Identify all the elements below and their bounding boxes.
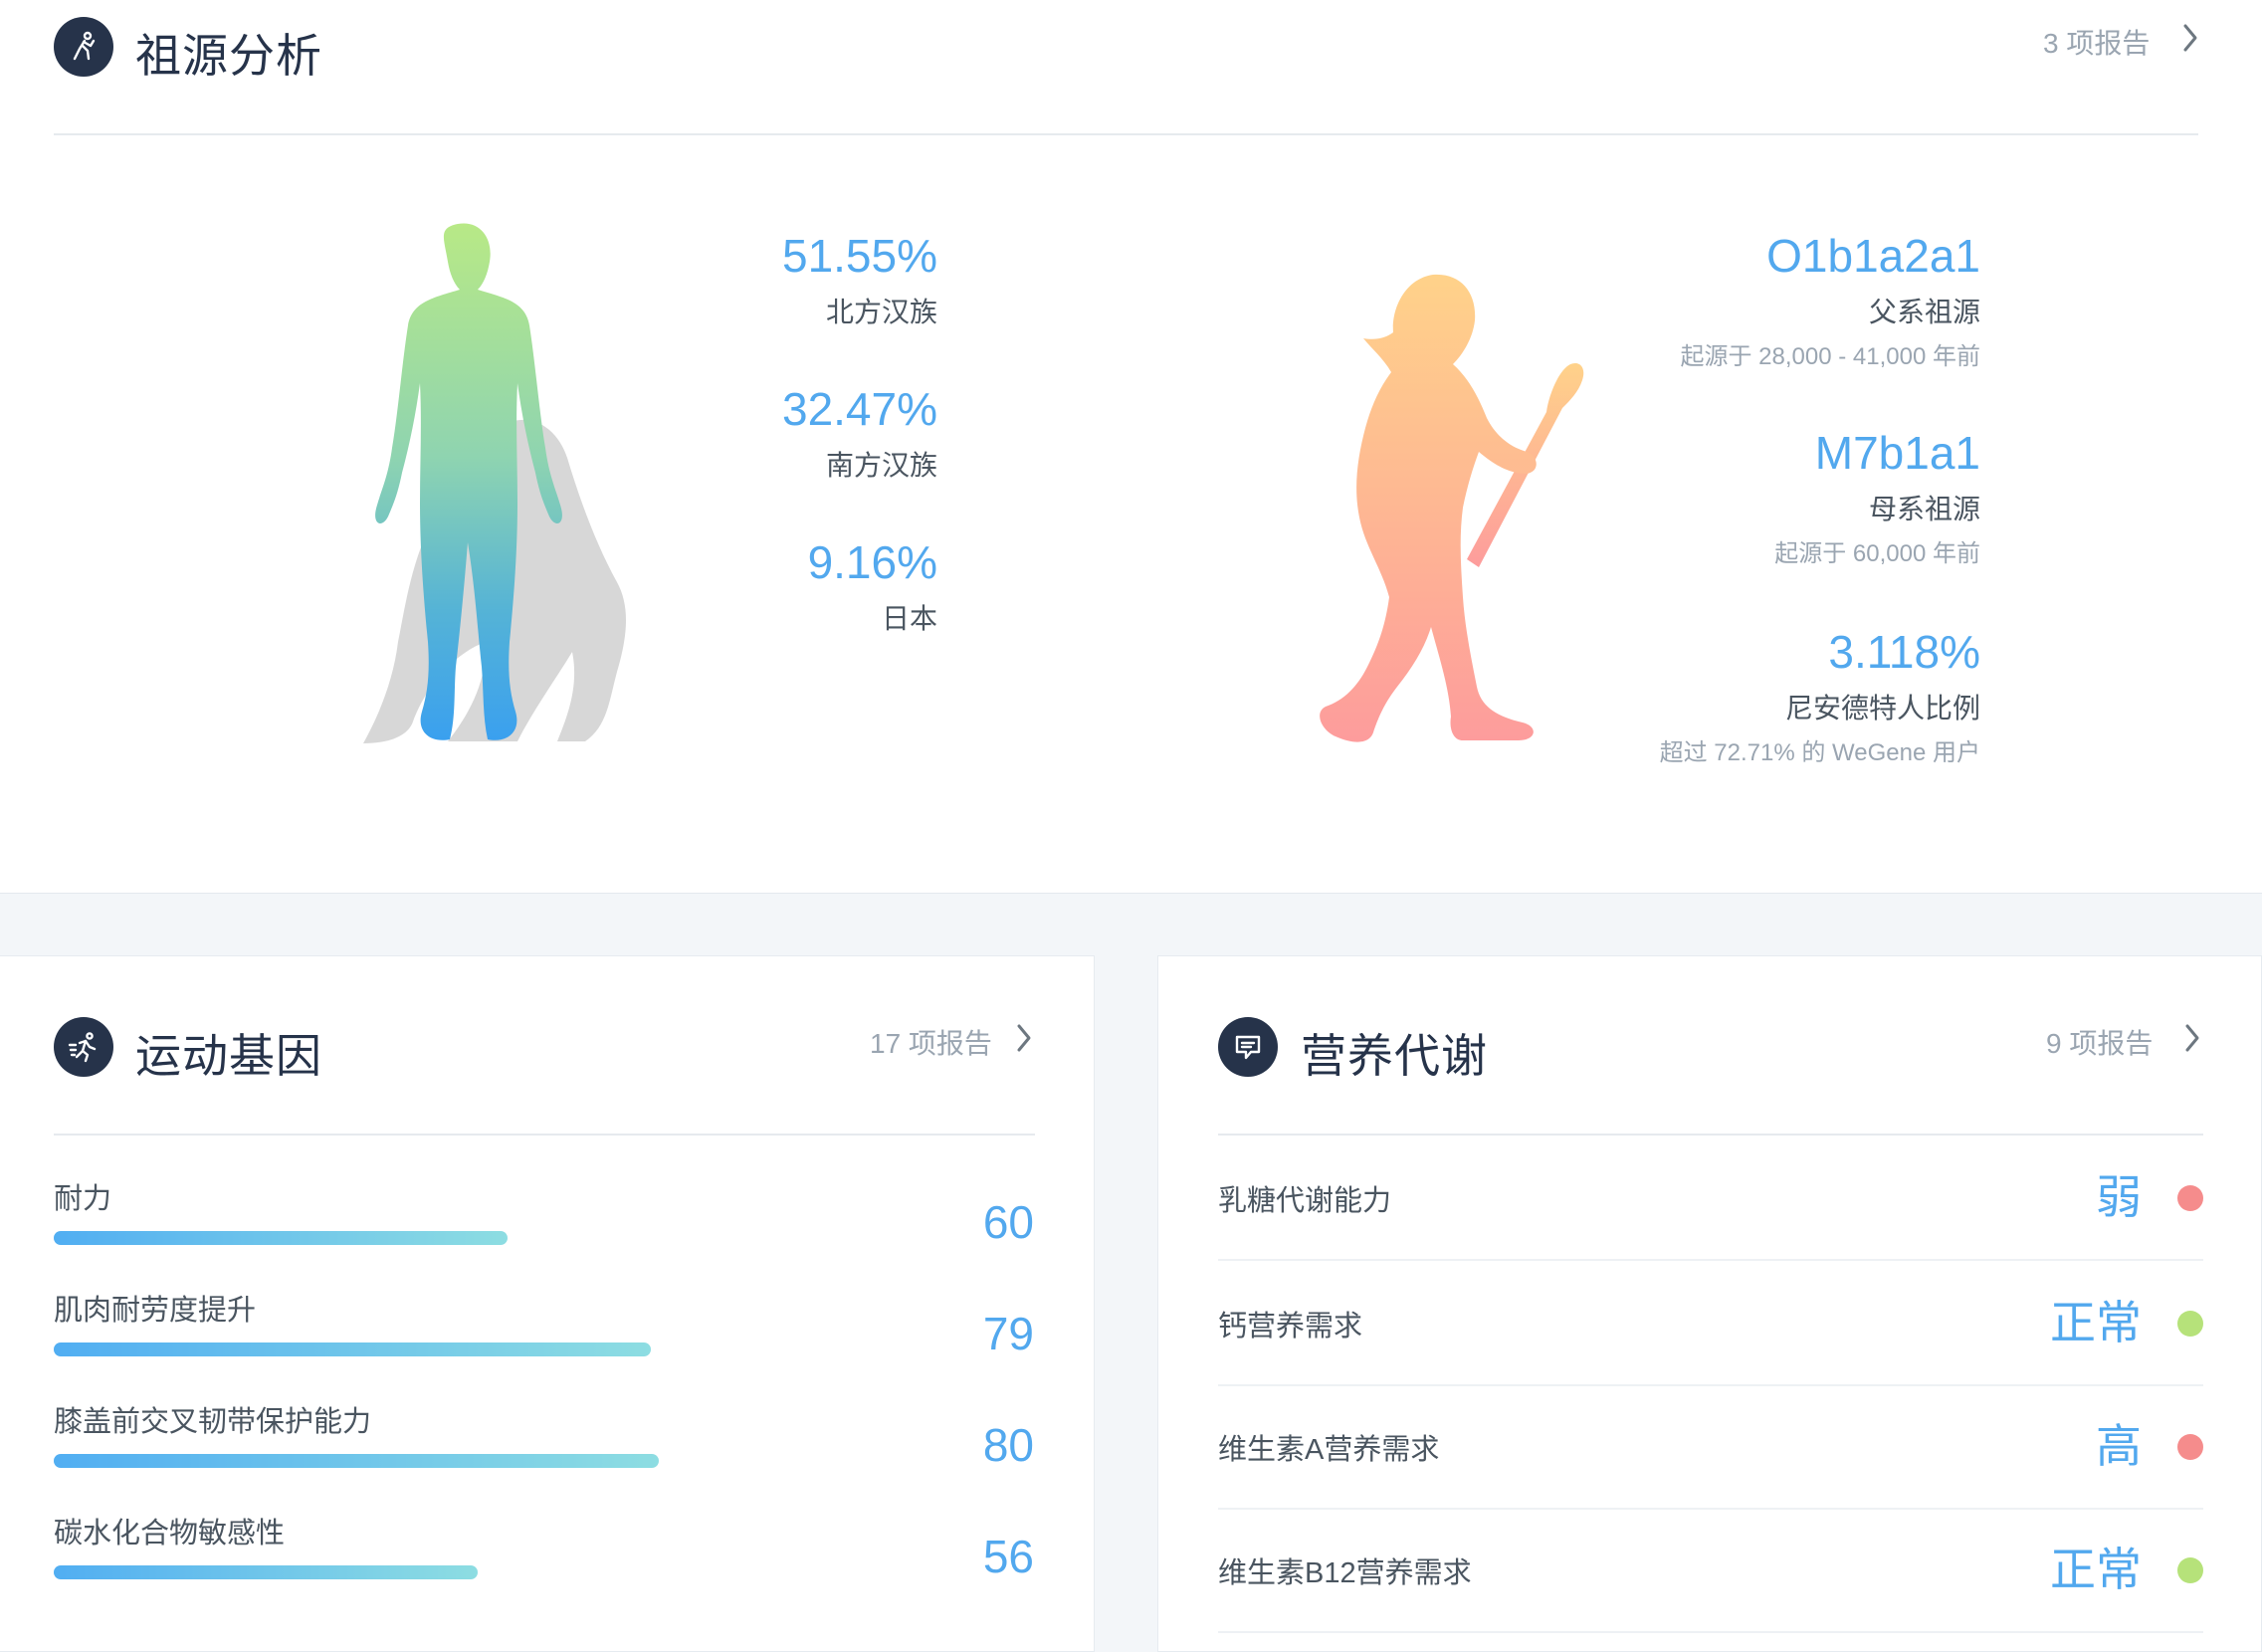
ancestry-title: 祖源分析: [135, 30, 322, 82]
maternal-haplogroup-value: M7b1a1: [1814, 427, 1980, 479]
neanderthal-ratio-comparison: 超过 72.71% 的 WeGene 用户: [1659, 739, 1980, 766]
status-dot: [2177, 1557, 2203, 1583]
nutrition-item[interactable]: 维生素A营养需求 高: [1218, 1384, 2203, 1510]
nutrition-item[interactable]: 乳糖代谢能力 弱: [1218, 1136, 2203, 1261]
maternal-haplogroup-origin: 起源于 60,000 年前: [1774, 540, 1980, 567]
composition-label: 南方汉族: [825, 450, 937, 481]
sports-genes-card: 运动基因 17 项报告 耐力 60 肌肉耐劳度提升 79 膝盖前交叉韧带保护能力…: [0, 955, 1095, 1652]
chevron-right-icon[interactable]: [2178, 1020, 2206, 1056]
nutrition-item-level: 正常: [2050, 1544, 2142, 1595]
nutrition-chat-icon: [1218, 1017, 1278, 1077]
nutrition-item[interactable]: 维生素B12营养需求 正常: [1218, 1508, 2203, 1633]
runner-icon: [54, 1017, 113, 1077]
status-dot: [2177, 1434, 2203, 1460]
sports-title: 运动基因: [135, 1030, 322, 1082]
composition-label: 日本: [881, 603, 937, 634]
ancestry-figure-icon: [54, 17, 113, 77]
nutrition-item-level: 正常: [2050, 1297, 2142, 1348]
nutrition-metabolism-card: 营养代谢 9 项报告 乳糖代谢能力 弱 钙营养需求 正常 维生素A营养需求 高 …: [1157, 955, 2262, 1652]
header-divider: [54, 133, 2198, 135]
nutrition-item-level: 弱: [2096, 1171, 2142, 1223]
sports-reports-link[interactable]: 17 项报告: [870, 1022, 992, 1062]
ethnic-composition-list: 51.55% 北方汉族 32.47% 南方汉族 9.16% 日本: [697, 219, 937, 637]
ancestry-reports-link[interactable]: 3 项报告: [2043, 22, 2150, 62]
nutrition-reports-link[interactable]: 9 项报告: [2046, 1022, 2153, 1062]
trait-bar: [54, 1454, 810, 1468]
nutrition-item-name: 乳糖代谢能力: [1218, 1185, 1392, 1217]
nutrition-item[interactable]: 钙营养需求 正常: [1218, 1261, 2203, 1386]
paternal-haplogroup-origin: 起源于 28,000 - 41,000 年前: [1680, 343, 1980, 370]
status-dot: [2177, 1185, 2203, 1211]
chevron-right-icon[interactable]: [2176, 20, 2204, 56]
trait-bar: [54, 1342, 810, 1356]
chevron-right-icon[interactable]: [1010, 1020, 1038, 1056]
trait-name: 膝盖前交叉韧带保护能力: [54, 1406, 372, 1438]
ancestry-card: 祖源分析 3 项报告 51.55% 北方汉族 32.47% 南方汉族 9.16%…: [0, 0, 2262, 894]
neanderthal-ratio-label: 尼安德特人比例: [1784, 693, 1980, 723]
nutrition-item-name: 维生素A营养需求: [1218, 1434, 1440, 1466]
trait-bar-fill: [54, 1342, 652, 1356]
human-silhouette-illustration: [363, 223, 626, 743]
paternal-haplogroup-value: O1b1a2a1: [1766, 230, 1980, 282]
composition-value: 9.16%: [807, 536, 937, 588]
nutrition-item-level: 高: [2096, 1420, 2142, 1472]
trait-score: 79: [982, 1308, 1034, 1359]
trait-score: 60: [982, 1196, 1034, 1248]
status-dot: [2177, 1311, 2203, 1337]
neanderthal-silhouette-illustration: [1320, 274, 1584, 742]
nutrition-item-name: 维生素B12营养需求: [1218, 1557, 1472, 1589]
maternal-haplogroup-label: 母系祖源: [1868, 494, 1980, 524]
composition-value: 32.47%: [781, 383, 937, 435]
trait-bar: [54, 1231, 810, 1245]
composition-label: 北方汉族: [825, 297, 937, 327]
trait-bar-fill: [54, 1454, 659, 1468]
trait-bar: [54, 1565, 810, 1579]
trait-name: 碳水化合物敏感性: [54, 1518, 286, 1549]
nutrition-title: 营养代谢: [1301, 1030, 1488, 1082]
composition-value: 51.55%: [781, 230, 937, 282]
trait-name: 肌肉耐劳度提升: [54, 1295, 257, 1327]
neanderthal-ratio-value: 3.118%: [1828, 626, 1980, 678]
trait-score: 56: [982, 1531, 1034, 1582]
trait-score: 80: [982, 1419, 1034, 1471]
trait-bar-fill: [54, 1565, 478, 1579]
header-divider: [54, 1134, 1035, 1136]
paternal-haplogroup-label: 父系祖源: [1868, 297, 1980, 327]
trait-bar-fill: [54, 1231, 508, 1245]
trait-name: 耐力: [54, 1183, 112, 1215]
nutrition-item-name: 钙营养需求: [1218, 1311, 1363, 1342]
haplogroup-list: O1b1a2a1 父系祖源 起源于 28,000 - 41,000 年前 M7b…: [1592, 219, 1980, 776]
